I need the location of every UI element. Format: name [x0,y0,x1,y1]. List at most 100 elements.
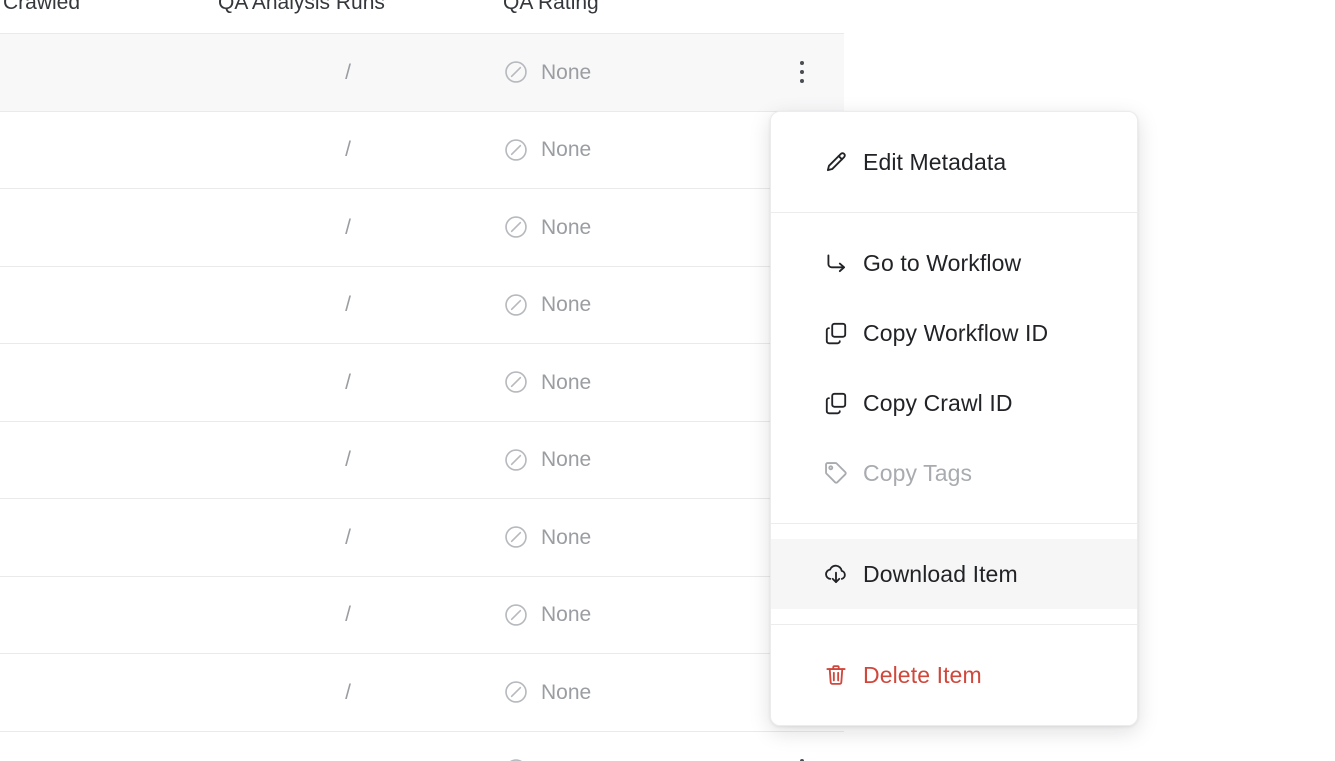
tag-icon [823,460,849,486]
none-icon [503,137,529,163]
cell-qa-rating: None [503,34,591,111]
menu-group-spacer [771,609,1137,624]
table-row[interactable]: / None [0,654,844,732]
menu-group-spacer [771,213,1137,228]
qa-analysis-runs-value: / [345,448,351,472]
table-row[interactable]: / None [0,111,844,189]
menu-item-label: Delete Item [863,661,982,688]
menu-item-copy-workflow-id[interactable]: Copy Workflow ID [771,298,1137,368]
none-icon [503,292,529,318]
table-row[interactable]: / None [0,421,844,499]
none-icon [503,602,529,628]
cell-qa-rating: None [503,732,591,761]
table-header-row: Crawled QA Analysis Runs QA Rating [0,0,844,34]
none-icon [503,369,529,395]
cell-qa-rating: None [503,112,591,189]
menu-item-go-to-workflow[interactable]: Go to Workflow [771,228,1137,298]
menu-group-spacer [771,524,1137,539]
menu-item-edit-metadata[interactable]: Edit Metadata [771,127,1137,197]
qa-analysis-runs-value: / [345,525,351,549]
kebab-menu-icon[interactable] [782,732,822,761]
copy-icon [823,320,849,346]
table-row[interactable]: / None [0,189,844,267]
cell-qa-analysis-runs: / [218,422,478,499]
qa-rating-value: None [541,293,592,317]
cell-qa-analysis-runs [218,732,478,761]
menu-group-spacer [771,625,1137,640]
qa-rating-value: None [541,603,592,627]
cell-qa-analysis-runs: / [218,267,478,344]
qa-rating-value: None [541,215,592,239]
cell-qa-analysis-runs: / [218,34,478,111]
menu-item-copy-tags: Copy Tags [771,438,1137,508]
cell-qa-analysis-runs: / [218,499,478,576]
column-header-qa-rating[interactable]: QA Rating [503,0,599,18]
cell-qa-rating: None [503,422,591,499]
menu-group-spacer [771,112,1137,127]
cell-qa-rating: None [503,577,591,654]
menu-item-label: Copy Workflow ID [863,319,1049,346]
menu-group: Go to Workflow Copy Workflow ID Copy Crawl… [771,213,1137,523]
row-context-menu[interactable]: Edit Metadata Go to Workflow Copy Workflow… [770,111,1138,726]
menu-group-spacer [771,508,1137,523]
menu-group: Delete Item [771,625,1137,725]
cell-qa-analysis-runs: / [218,112,478,189]
qa-rating-value: None [541,680,592,704]
cell-qa-analysis-runs: / [218,189,478,266]
cell-qa-rating: None [503,189,591,266]
menu-item-label: Go to Workflow [863,249,1022,276]
pencil-icon [823,149,849,175]
table-row[interactable]: None [0,731,844,761]
qa-rating-value: None [541,60,592,84]
table-row[interactable]: / None [0,576,844,654]
qa-analysis-runs-value: / [345,603,351,627]
items-table: Crawled QA Analysis Runs QA Rating / None… [0,0,844,761]
menu-item-label: Download Item [863,560,1018,587]
cloud-download-icon [823,561,849,587]
copy-icon [823,390,849,416]
table-row[interactable]: / None [0,344,844,422]
cell-qa-analysis-runs: / [218,654,478,731]
qa-rating-value: None [541,138,592,162]
menu-item-delete-item[interactable]: Delete Item [771,640,1137,710]
column-header-crawled[interactable]: Crawled [3,0,80,18]
none-icon [503,679,529,705]
cell-qa-analysis-runs: / [218,577,478,654]
cell-qa-rating: None [503,267,591,344]
menu-item-copy-crawl-id[interactable]: Copy Crawl ID [771,368,1137,438]
menu-item-label: Copy Tags [863,459,973,486]
cell-qa-rating: None [503,344,591,421]
qa-rating-value: None [541,525,592,549]
menu-group-spacer [771,710,1137,725]
qa-analysis-runs-value: / [345,60,351,84]
none-icon [503,524,529,550]
menu-item-download-item[interactable]: Download Item [771,539,1137,609]
cell-qa-analysis-runs: / [218,344,478,421]
menu-item-label: Copy Crawl ID [863,389,1013,416]
menu-group: Download Item [771,524,1137,624]
qa-rating-value: None [541,370,592,394]
kebab-menu-icon[interactable] [782,34,822,111]
cell-qa-rating: None [503,499,591,576]
none-icon [503,214,529,240]
menu-item-label: Edit Metadata [863,148,1007,175]
menu-group: Edit Metadata [771,112,1137,212]
qa-analysis-runs-value: / [345,138,351,162]
app-root: Crawled QA Analysis Runs QA Rating / None… [0,0,1335,761]
qa-rating-value: None [541,448,592,472]
table-row[interactable]: / None [0,34,844,112]
none-icon [503,757,529,761]
none-icon [503,447,529,473]
table-row[interactable]: / None [0,499,844,577]
qa-analysis-runs-value: / [345,293,351,317]
cell-qa-rating: None [503,654,591,731]
column-header-qa-analysis-runs[interactable]: QA Analysis Runs [218,0,385,18]
none-icon [503,59,529,85]
table-row[interactable]: / None [0,266,844,344]
qa-analysis-runs-value: / [345,215,351,239]
trash-icon [823,662,849,688]
qa-analysis-runs-value: / [345,680,351,704]
table-body: / None / None / None / None / None / None / None / None… [0,34,844,761]
arrow-corner-right-icon [823,250,849,276]
qa-analysis-runs-value: / [345,370,351,394]
